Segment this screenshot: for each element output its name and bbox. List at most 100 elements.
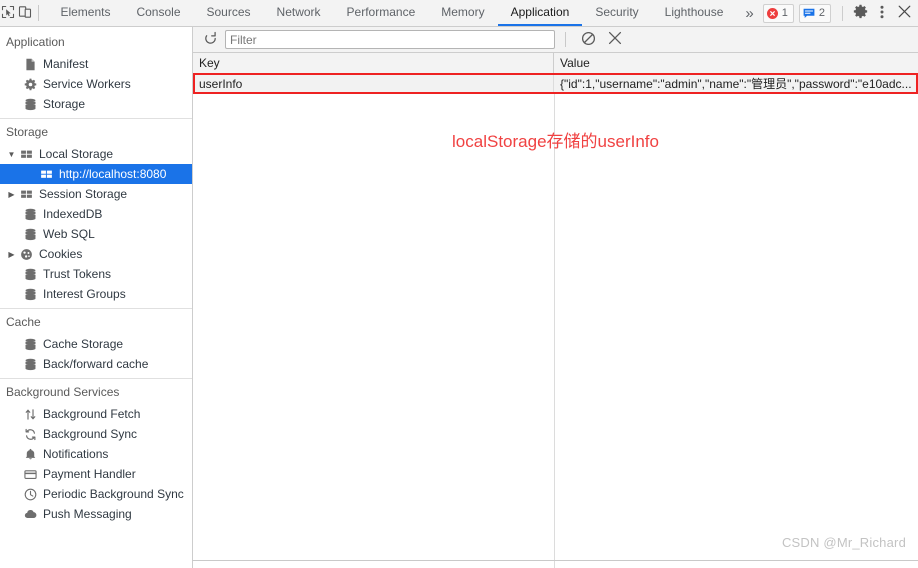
tab-network[interactable]: Network [264,0,334,26]
cloud-icon [22,506,38,522]
sidebar-item-web-sql[interactable]: Web SQL [0,224,192,244]
sidebar-item-service-workers[interactable]: Service Workers [0,74,192,94]
tab-security[interactable]: Security [582,0,651,26]
sidebar-item-label: IndexedDB [43,207,103,221]
speech-bubble-icon [803,8,815,19]
close-devtools-button[interactable] [893,1,915,25]
tab-label: Sources [206,5,251,19]
tab-label: Network [276,5,321,19]
settings-button[interactable] [849,1,871,25]
sidebar-item-label: Web SQL [43,227,95,241]
more-options-button[interactable] [871,1,893,25]
column-header-value[interactable]: Value [554,53,918,73]
table-grid-icon [38,166,54,182]
sidebar-item-push-messaging[interactable]: Push Messaging [0,504,192,524]
chevron-down-icon[interactable]: ▼ [6,150,17,159]
database-icon [22,336,38,352]
sidebar-item-local-storage[interactable]: ▼ Local Storage [0,144,192,164]
tab-label: Security [595,5,639,19]
chevron-double-right-icon: » [745,4,754,22]
tab-elements[interactable]: Elements [47,0,123,26]
message-count-badge[interactable]: 2 [798,3,831,23]
device-toolbar-icon [18,5,32,22]
sidebar-item-label: Manifest [43,57,89,71]
toggle-device-toolbar-button[interactable] [17,0,34,26]
clock-icon [22,486,38,502]
sidebar-item-notifications[interactable]: Notifications [0,444,192,464]
sidebar-item-payment-handler[interactable]: Payment Handler [0,464,192,484]
local-storage-panel: Key Value userInfo {"id":1,"username":"a… [193,27,918,568]
tab-sources[interactable]: Sources [194,0,264,26]
sidebar-item-back-forward-cache[interactable]: Back/forward cache [0,354,192,374]
drawer-divider [192,560,918,561]
tab-application[interactable]: Application [497,0,583,26]
delete-selected-button[interactable] [603,30,627,50]
up-down-arrows-icon [22,406,38,422]
devtools-main-toolbar: Elements Console Sources Network Perform… [0,0,918,27]
clear-all-button[interactable] [576,30,600,50]
sidebar-item-indexeddb[interactable]: IndexedDB [0,204,192,224]
application-sidebar: Application Manifest Service Workers Sto… [0,27,193,568]
cell-value[interactable]: {"id":1,"username":"admin","name":"管理员",… [554,74,918,94]
clear-all-icon [581,31,596,49]
table-row[interactable]: userInfo {"id":1,"username":"admin","nam… [193,74,918,94]
gear-icon [853,4,868,22]
database-icon [22,96,38,112]
sidebar-item-label: Cookies [39,247,83,261]
chevron-right-icon[interactable]: ▶ [6,250,17,259]
tab-label: Performance [346,5,416,19]
sidebar-item-label: Background Fetch [43,407,141,421]
devtools-body: Application Manifest Service Workers Sto… [0,27,918,568]
sidebar-item-session-storage[interactable]: ▶ Session Storage [0,184,192,204]
tab-console[interactable]: Console [123,0,193,26]
database-icon [22,266,38,282]
sidebar-item-periodic-background-sync[interactable]: Periodic Background Sync [0,484,192,504]
cell-key[interactable]: userInfo [193,74,554,94]
sidebar-item-label: http://localhost:8080 [59,167,167,181]
kebab-menu-icon [880,4,884,23]
tab-lighthouse[interactable]: Lighthouse [652,0,737,26]
sidebar-item-manifest[interactable]: Manifest [0,54,192,74]
chevron-right-icon[interactable]: ▶ [6,190,17,199]
tab-memory[interactable]: Memory [428,0,497,26]
toolbar-right-group: 1 2 [762,0,918,26]
close-icon [898,5,911,21]
sidebar-item-label: Periodic Background Sync [43,487,184,501]
column-resize-handle[interactable] [554,94,555,568]
sidebar-item-interest-groups[interactable]: Interest Groups [0,284,192,304]
filter-input[interactable] [225,30,555,49]
sidebar-item-storage[interactable]: Storage [0,94,192,114]
refresh-icon [203,31,218,49]
sidebar-item-background-sync[interactable]: Background Sync [0,424,192,444]
credit-card-icon [22,466,38,482]
sidebar-item-cookies[interactable]: ▶ Cookies [0,244,192,264]
sidebar-item-localhost-8080[interactable]: http://localhost:8080 [0,164,192,184]
refresh-button[interactable] [198,30,222,50]
gear-icon [22,76,38,92]
sidebar-item-cache-storage[interactable]: Cache Storage [0,334,192,354]
sidebar-item-background-fetch[interactable]: Background Fetch [0,404,192,424]
toolbar-divider [565,32,566,47]
more-tabs-button[interactable]: » [736,0,762,26]
column-header-key[interactable]: Key [193,53,554,73]
tab-performance[interactable]: Performance [334,0,429,26]
error-count-badge[interactable]: 1 [762,3,794,23]
datagrid-empty-area[interactable] [193,94,918,568]
storage-panel-toolbar [193,27,918,53]
sidebar-section-title-application: Application [6,35,65,49]
error-circle-icon [766,7,778,19]
table-grid-icon [18,186,34,202]
tab-label: Lighthouse [664,5,724,19]
inspect-element-button[interactable] [0,0,17,26]
storage-datagrid: Key Value userInfo {"id":1,"username":"a… [193,53,918,568]
datagrid-header: Key Value [193,53,918,74]
cookie-icon [18,246,34,262]
sidebar-section-title-storage: Storage [6,125,49,139]
sidebar-item-label: Push Messaging [43,507,132,521]
sidebar-section-title-cache: Cache [6,315,41,329]
database-icon [22,206,38,222]
tab-label: Console [136,5,181,19]
message-count-label: 2 [818,7,825,19]
sidebar-item-trust-tokens[interactable]: Trust Tokens [0,264,192,284]
sidebar-item-label: Cache Storage [43,337,124,351]
